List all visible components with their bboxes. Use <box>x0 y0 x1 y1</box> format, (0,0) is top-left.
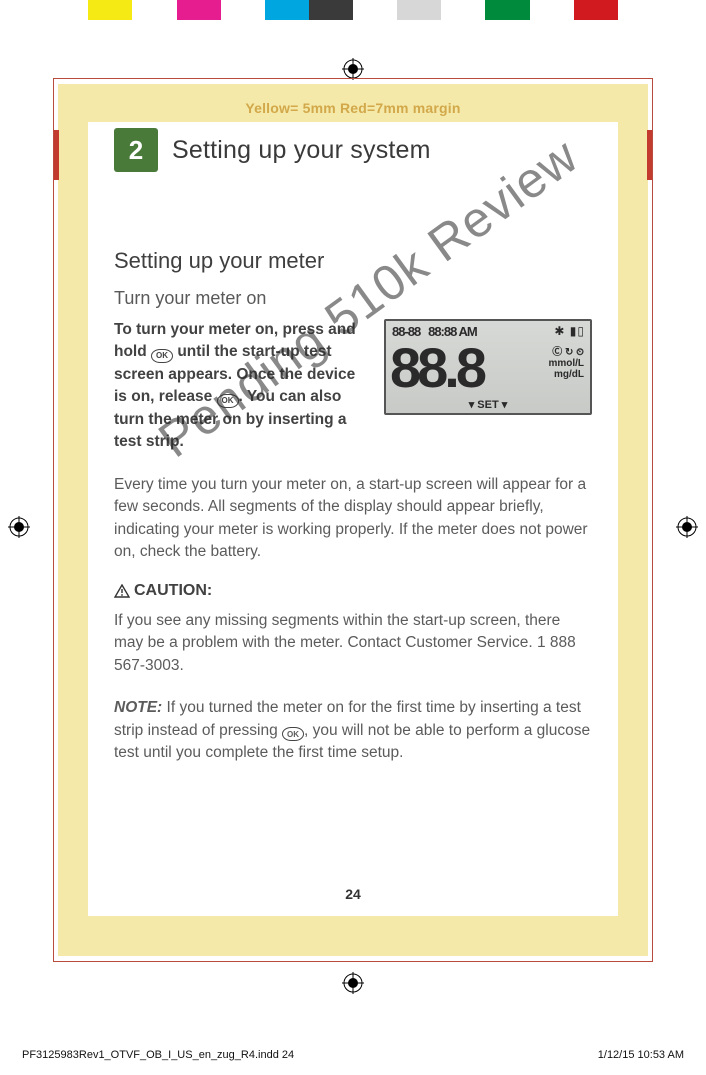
registration-mark-icon <box>342 58 364 80</box>
caution-label: CAUTION: <box>134 582 212 600</box>
ok-button-icon: OK <box>151 349 173 363</box>
registration-mark-icon <box>676 516 698 538</box>
color-swatch <box>397 0 441 20</box>
lcd-status-icons: ✱ ▮▯ <box>554 324 585 338</box>
color-swatch <box>530 0 574 20</box>
ok-button-icon: OK <box>217 394 239 408</box>
lcd-main-digits: 88.8 <box>390 335 483 400</box>
page-content: 2 Setting up your system Setting up your… <box>88 122 618 916</box>
lcd-set-label: ▾ SET ▾ <box>386 398 590 411</box>
color-swatch <box>662 0 706 20</box>
subsection-heading: Turn your meter on <box>114 288 592 309</box>
chapter-title: Setting up your system <box>172 136 431 165</box>
lcd-unit-mmol: mmol/L <box>548 358 584 369</box>
ok-button-icon: OK <box>282 727 304 741</box>
color-swatch <box>221 0 265 20</box>
color-swatch <box>485 0 529 20</box>
color-swatch <box>574 0 618 20</box>
color-swatch <box>0 0 44 20</box>
margin-label: Yellow= 5mm Red=7mm margin <box>58 100 648 116</box>
color-swatch <box>265 0 309 20</box>
color-swatch <box>177 0 221 20</box>
body-paragraph: If you see any missing segments within t… <box>114 610 592 677</box>
page-number: 24 <box>88 886 618 902</box>
body-paragraph: Every time you turn your meter on, a sta… <box>114 474 592 564</box>
footer-timestamp: 1/12/15 10:53 AM <box>598 1049 684 1061</box>
registration-mark-icon <box>342 972 364 994</box>
color-swatch <box>88 0 132 20</box>
section-title: Setting up your meter <box>114 248 592 274</box>
body-paragraph: NOTE: If you turned the meter on for the… <box>114 697 592 764</box>
yellow-margin-frame: Yellow= 5mm Red=7mm margin 2 Setting up … <box>58 84 648 956</box>
color-swatch <box>353 0 397 20</box>
color-swatch <box>132 0 176 20</box>
lcd-side-icons: Ⓒ ↻ ⏲ <box>548 347 584 358</box>
color-swatch <box>441 0 485 20</box>
color-swatch <box>309 0 353 20</box>
red-tab-left <box>54 130 59 180</box>
color-calibration-bar <box>0 0 706 20</box>
color-swatch <box>44 0 88 20</box>
red-tab-right <box>647 130 652 180</box>
print-footer: PF3125983Rev1_OTVF_OB_I_US_en_zug_R4.ind… <box>22 1049 684 1061</box>
meter-lcd-illustration: 88-88 88:88 AM ✱ ▮▯ 88.8 Ⓒ ↻ ⏲ mmol/L mg… <box>384 319 592 415</box>
warning-triangle-icon <box>114 584 130 598</box>
note-label: NOTE: <box>114 699 162 716</box>
chapter-number-badge: 2 <box>114 128 158 172</box>
lcd-unit-mgdl: mg/dL <box>548 369 584 380</box>
footer-filename: PF3125983Rev1_OTVF_OB_I_US_en_zug_R4.ind… <box>22 1049 294 1061</box>
color-swatch <box>618 0 662 20</box>
instruction-text: To turn your meter on, press and hold OK… <box>114 319 370 454</box>
registration-mark-icon <box>8 516 30 538</box>
